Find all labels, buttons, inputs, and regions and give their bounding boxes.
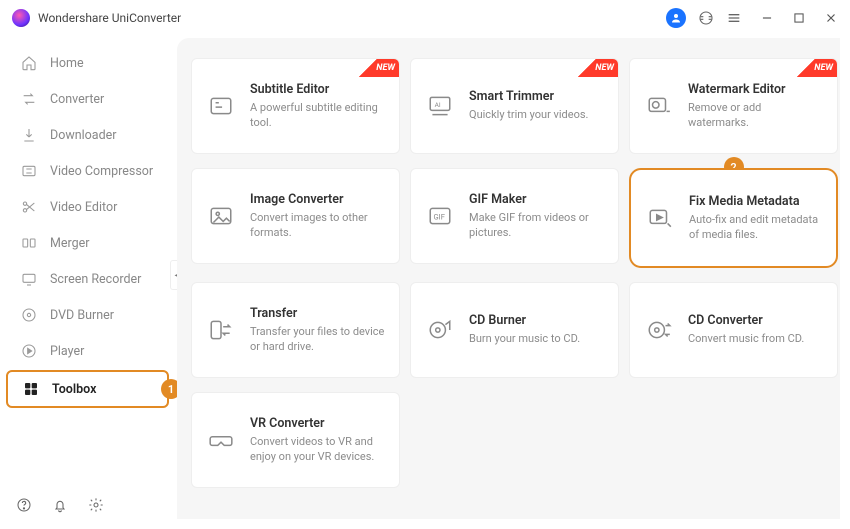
watermark-icon: [644, 91, 674, 121]
titlebar: Wondershare UniConverter: [0, 0, 850, 36]
card-title: CD Burner: [469, 313, 580, 328]
sidebar-item-label: Screen Recorder: [50, 272, 141, 287]
card-desc: Transfer your files to device or hard dr…: [250, 325, 385, 355]
sidebar-item-label: Player: [50, 344, 84, 359]
transfer-icon: [206, 315, 236, 345]
sidebar-item-video-editor[interactable]: Video Editor: [6, 190, 169, 224]
app-logo: [12, 9, 30, 27]
card-desc: Auto-fix and edit metadata of media file…: [689, 213, 822, 243]
cd-convert-icon: [644, 315, 674, 345]
vr-icon: [206, 425, 236, 455]
compressor-icon: [20, 162, 38, 180]
sidebar-item-label: Home: [50, 56, 84, 71]
sidebar-item-label: Toolbox: [52, 382, 96, 397]
minimize-button[interactable]: [760, 11, 774, 25]
sidebar-item-label: Video Compressor: [50, 164, 153, 179]
card-desc: Make GIF from videos or pictures.: [469, 211, 604, 241]
sidebar-item-compressor[interactable]: Video Compressor: [6, 154, 169, 188]
new-ribbon: NEW: [576, 59, 618, 77]
card-desc: Convert images to other formats.: [250, 211, 385, 241]
toolbox-panel: NEW Subtitle Editor A powerful subtitle …: [177, 38, 840, 519]
card-transfer[interactable]: Transfer Transfer your files to device o…: [191, 282, 400, 378]
sidebar-item-downloader[interactable]: Downloader: [6, 118, 169, 152]
account-avatar[interactable]: [666, 8, 686, 28]
card-watermark-editor[interactable]: NEW Watermark Editor Remove or add water…: [629, 58, 838, 154]
sidebar-item-label: Video Editor: [50, 200, 117, 215]
toolbox-icon: [22, 380, 40, 398]
card-smart-trimmer[interactable]: NEW AI Smart Trimmer Quickly trim your v…: [410, 58, 619, 154]
sidebar-item-player[interactable]: Player: [6, 334, 169, 368]
card-desc: Remove or add watermarks.: [688, 101, 823, 131]
merger-icon: [20, 234, 38, 252]
trimmer-icon: AI: [425, 91, 455, 121]
scissors-icon: [20, 198, 38, 216]
card-title: Image Converter: [250, 192, 385, 207]
new-ribbon: NEW: [357, 59, 399, 77]
cd-burn-icon: [425, 315, 455, 345]
metadata-icon: [645, 203, 675, 233]
sidebar-item-home[interactable]: Home: [6, 46, 169, 80]
sidebar-item-label: DVD Burner: [50, 308, 114, 323]
sidebar-item-label: Downloader: [50, 128, 117, 143]
subtitle-icon: [206, 91, 236, 121]
card-image-converter[interactable]: Image Converter Convert images to other …: [191, 168, 400, 264]
card-title: Watermark Editor: [688, 82, 823, 97]
disc-icon: [20, 306, 38, 324]
support-icon[interactable]: [698, 10, 714, 26]
image-icon: [206, 201, 236, 231]
card-cd-converter[interactable]: CD Converter Convert music from CD.: [629, 282, 838, 378]
sidebar-item-converter[interactable]: Converter: [6, 82, 169, 116]
card-title: CD Converter: [688, 313, 804, 328]
menu-icon[interactable]: [726, 10, 742, 26]
card-subtitle-editor[interactable]: NEW Subtitle Editor A powerful subtitle …: [191, 58, 400, 154]
card-title: Fix Media Metadata: [689, 194, 822, 209]
card-gif-maker[interactable]: GIF GIF Maker Make GIF from videos or pi…: [410, 168, 619, 264]
card-title: Transfer: [250, 306, 385, 321]
card-title: GIF Maker: [469, 192, 604, 207]
svg-text:AI: AI: [435, 101, 441, 109]
new-ribbon: NEW: [795, 59, 837, 77]
sidebar-item-screen-recorder[interactable]: Screen Recorder: [6, 262, 169, 296]
download-icon: [20, 126, 38, 144]
card-title: Subtitle Editor: [250, 82, 385, 97]
card-fix-media-metadata[interactable]: Fix Media Metadata Auto-fix and edit met…: [629, 168, 838, 268]
card-desc: Quickly trim your videos.: [469, 108, 588, 123]
card-desc: Convert videos to VR and enjoy on your V…: [250, 435, 385, 465]
card-title: Smart Trimmer: [469, 89, 588, 104]
sidebar-item-merger[interactable]: Merger: [6, 226, 169, 260]
converter-icon: [20, 90, 38, 108]
gif-icon: GIF: [425, 201, 455, 231]
sidebar: Home Converter Downloader Video Compress…: [0, 36, 175, 529]
sidebar-item-toolbox[interactable]: Toolbox 1: [6, 370, 169, 408]
sidebar-item-label: Merger: [50, 236, 90, 251]
card-cd-burner[interactable]: CD Burner Burn your music to CD.: [410, 282, 619, 378]
card-desc: A powerful subtitle editing tool.: [250, 101, 385, 131]
help-icon[interactable]: [16, 497, 32, 513]
close-button[interactable]: [824, 11, 838, 25]
play-icon: [20, 342, 38, 360]
card-title: VR Converter: [250, 416, 385, 431]
recorder-icon: [20, 270, 38, 288]
card-desc: Burn your music to CD.: [469, 332, 580, 347]
app-title: Wondershare UniConverter: [38, 11, 181, 25]
home-icon: [20, 54, 38, 72]
card-desc: Convert music from CD.: [688, 332, 804, 347]
maximize-button[interactable]: [792, 11, 806, 25]
gear-icon[interactable]: [88, 497, 104, 513]
sidebar-item-label: Converter: [50, 92, 104, 107]
svg-text:GIF: GIF: [434, 212, 445, 221]
sidebar-item-dvd-burner[interactable]: DVD Burner: [6, 298, 169, 332]
bell-icon[interactable]: [52, 497, 68, 513]
card-vr-converter[interactable]: VR Converter Convert videos to VR and en…: [191, 392, 400, 488]
